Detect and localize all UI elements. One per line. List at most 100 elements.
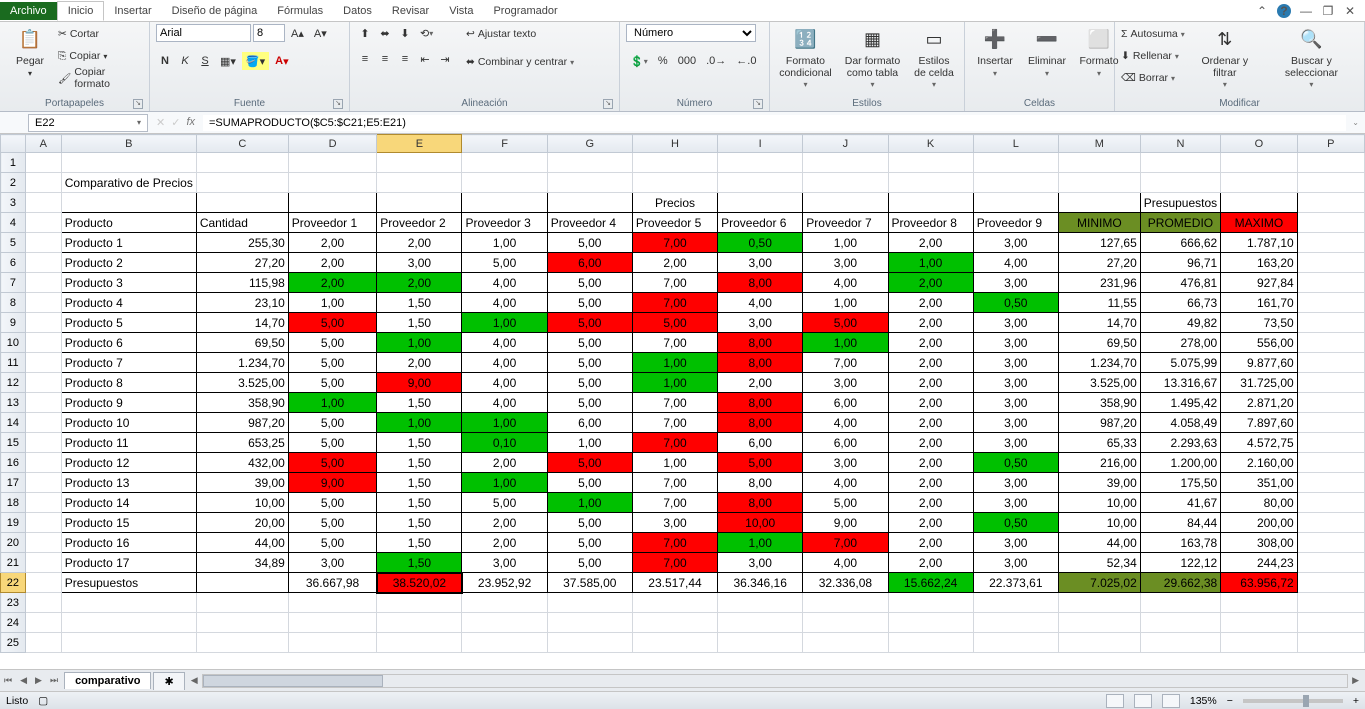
- min-cell[interactable]: 358,90: [1058, 393, 1140, 413]
- price-cell[interactable]: 8,00: [718, 393, 803, 413]
- price-cell[interactable]: 8,00: [718, 473, 803, 493]
- cell[interactable]: [25, 633, 61, 653]
- price-cell[interactable]: 3,00: [973, 333, 1058, 353]
- cell[interactable]: [718, 593, 803, 613]
- cell[interactable]: [1058, 613, 1140, 633]
- cell[interactable]: Proveedor 5: [632, 213, 717, 233]
- min-cell[interactable]: 39,00: [1058, 473, 1140, 493]
- cell[interactable]: [25, 613, 61, 633]
- cell[interactable]: [888, 593, 973, 613]
- price-cell[interactable]: 5,00: [547, 513, 632, 533]
- cell[interactable]: [632, 153, 717, 173]
- price-cell[interactable]: 3,00: [803, 253, 888, 273]
- price-cell[interactable]: 5,00: [288, 353, 376, 373]
- min-cell[interactable]: 987,20: [1058, 413, 1140, 433]
- cell[interactable]: [888, 153, 973, 173]
- cell[interactable]: [196, 593, 288, 613]
- quantity[interactable]: 69,50: [196, 333, 288, 353]
- price-cell[interactable]: 6,00: [547, 253, 632, 273]
- number-dialog-icon[interactable]: ↘: [753, 99, 763, 109]
- total-avg[interactable]: 29.662,38: [1140, 573, 1220, 593]
- title-cell[interactable]: Comparativo de Precios: [61, 173, 196, 193]
- price-cell[interactable]: 3,00: [973, 553, 1058, 573]
- price-cell[interactable]: 3,00: [973, 493, 1058, 513]
- tab-view[interactable]: Vista: [439, 2, 483, 20]
- price-cell[interactable]: 5,00: [547, 293, 632, 313]
- price-cell[interactable]: 4,00: [803, 273, 888, 293]
- cell-styles-button[interactable]: ▭Estilos de celda: [910, 24, 958, 92]
- avg-cell[interactable]: 96,71: [1140, 253, 1220, 273]
- cell[interactable]: [718, 633, 803, 653]
- price-cell[interactable]: 5,00: [803, 493, 888, 513]
- avg-cell[interactable]: 2.293,63: [1140, 433, 1220, 453]
- row-header-23[interactable]: 23: [1, 593, 26, 613]
- total-cell[interactable]: 15.662,24: [888, 573, 973, 593]
- cell[interactable]: [25, 213, 61, 233]
- product-name[interactable]: Producto 12: [61, 453, 196, 473]
- header-avg[interactable]: PROMEDIO: [1140, 213, 1220, 233]
- cell[interactable]: [547, 633, 632, 653]
- price-cell[interactable]: 2,00: [888, 273, 973, 293]
- cell[interactable]: [377, 173, 462, 193]
- max-cell[interactable]: 308,00: [1221, 533, 1298, 553]
- price-cell[interactable]: 3,00: [973, 393, 1058, 413]
- row-header-18[interactable]: 18: [1, 493, 26, 513]
- cell[interactable]: [803, 193, 888, 213]
- product-name[interactable]: Producto 6: [61, 333, 196, 353]
- view-pagebreak-icon[interactable]: [1162, 694, 1180, 708]
- total-cell[interactable]: 37.585,00: [547, 573, 632, 593]
- price-cell[interactable]: 5,00: [288, 413, 376, 433]
- cell[interactable]: [25, 433, 61, 453]
- price-cell[interactable]: 8,00: [718, 273, 803, 293]
- cell[interactable]: [1297, 533, 1364, 553]
- cell[interactable]: [25, 273, 61, 293]
- price-cell[interactable]: 7,00: [632, 413, 717, 433]
- row-header-11[interactable]: 11: [1, 353, 26, 373]
- price-cell[interactable]: 3,00: [803, 373, 888, 393]
- avg-cell[interactable]: 49,82: [1140, 313, 1220, 333]
- cell[interactable]: [547, 193, 632, 213]
- cell[interactable]: [1140, 613, 1220, 633]
- price-cell[interactable]: 2,00: [377, 353, 462, 373]
- cell[interactable]: [973, 613, 1058, 633]
- cell[interactable]: [377, 613, 462, 633]
- increase-decimal-icon[interactable]: .0→: [702, 52, 730, 70]
- merge-button[interactable]: ⬌Combinar y centrar: [466, 52, 574, 72]
- cell[interactable]: [1221, 193, 1298, 213]
- row-header-10[interactable]: 10: [1, 333, 26, 353]
- price-cell[interactable]: 2,00: [888, 533, 973, 553]
- quantity[interactable]: 987,20: [196, 413, 288, 433]
- price-cell[interactable]: 0,50: [973, 293, 1058, 313]
- window-restore-icon[interactable]: ❐: [1321, 4, 1335, 18]
- cell[interactable]: Proveedor 9: [973, 213, 1058, 233]
- col-header-H[interactable]: H: [632, 135, 717, 153]
- new-sheet-button[interactable]: ✱: [153, 672, 184, 690]
- cell[interactable]: [1297, 233, 1364, 253]
- product-name[interactable]: Producto 8: [61, 373, 196, 393]
- cell[interactable]: [973, 633, 1058, 653]
- cell[interactable]: [1221, 633, 1298, 653]
- cell[interactable]: [25, 573, 61, 593]
- cell[interactable]: [25, 233, 61, 253]
- cell[interactable]: [1297, 153, 1364, 173]
- price-cell[interactable]: 2,00: [462, 453, 547, 473]
- sheet-nav-prev-icon[interactable]: ◀: [16, 675, 31, 686]
- help-icon[interactable]: ?: [1277, 4, 1291, 18]
- max-cell[interactable]: 80,00: [1221, 493, 1298, 513]
- number-format-select[interactable]: Número: [626, 24, 756, 42]
- view-normal-icon[interactable]: [1106, 694, 1124, 708]
- row-header-9[interactable]: 9: [1, 313, 26, 333]
- cell[interactable]: [1140, 633, 1220, 653]
- price-cell[interactable]: 3,00: [973, 233, 1058, 253]
- total-min[interactable]: 7.025,02: [1058, 573, 1140, 593]
- price-cell[interactable]: 7,00: [632, 473, 717, 493]
- cell[interactable]: [803, 613, 888, 633]
- min-cell[interactable]: 127,65: [1058, 233, 1140, 253]
- max-cell[interactable]: 73,50: [1221, 313, 1298, 333]
- price-cell[interactable]: 8,00: [718, 333, 803, 353]
- price-cell[interactable]: 2,00: [888, 293, 973, 313]
- price-cell[interactable]: 2,00: [888, 513, 973, 533]
- percent-icon[interactable]: %: [654, 52, 672, 70]
- price-cell[interactable]: 9,00: [803, 513, 888, 533]
- price-cell[interactable]: 6,00: [803, 433, 888, 453]
